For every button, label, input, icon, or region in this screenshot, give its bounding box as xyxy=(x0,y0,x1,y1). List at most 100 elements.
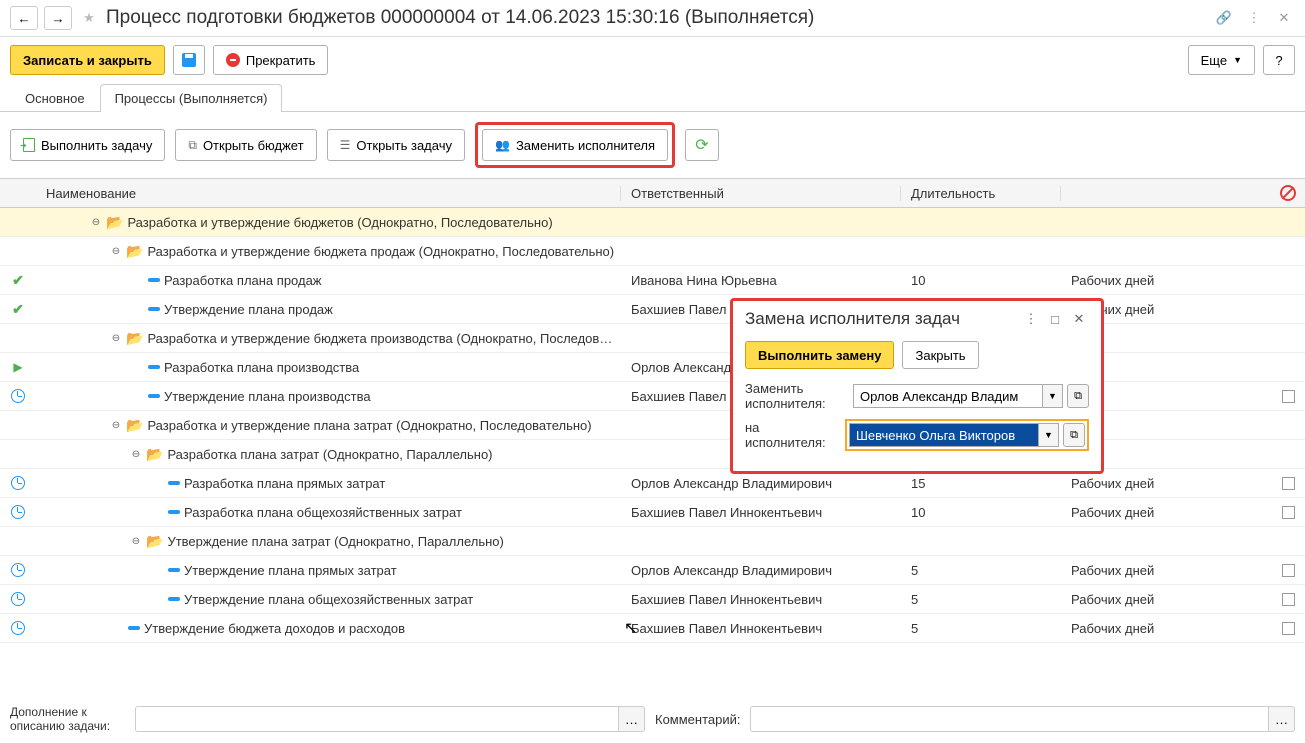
clock-icon xyxy=(11,476,25,490)
nav-back-button[interactable]: ← xyxy=(10,6,38,30)
expander-icon[interactable]: ⊖ xyxy=(110,245,122,257)
doc-icon: ☰ xyxy=(340,138,351,152)
open-task-button[interactable]: ☰Открыть задачу xyxy=(327,129,465,161)
addendum-input[interactable] xyxy=(135,706,619,732)
row-name-text: Разработка и утверждение бюджета произво… xyxy=(147,331,612,346)
dialog-highlight: Замена исполнителя задач ⋮ □ ✕ Выполнить… xyxy=(730,298,1104,474)
dialog-maximize-icon[interactable]: □ xyxy=(1045,309,1065,329)
row-status xyxy=(0,563,36,577)
table-row[interactable]: Утверждение плана производстваБахшиев Па… xyxy=(0,382,1305,411)
expander-icon[interactable]: ⊖ xyxy=(130,448,142,460)
table-row[interactable]: Утверждение плана прямых затрат Орлов Але… xyxy=(0,556,1305,585)
col-name-header[interactable]: Наименование xyxy=(36,186,621,201)
leaf-icon xyxy=(168,568,180,572)
table-row[interactable]: ✔ Разработка плана продажИванова Нина Юр… xyxy=(0,266,1305,295)
row-name-text: Разработка и утверждение бюджета продаж … xyxy=(147,244,614,259)
table-row[interactable]: ▶ Разработка плана производстваОрлов Але… xyxy=(0,353,1305,382)
stop-button[interactable]: Прекратить xyxy=(213,45,329,75)
task-do-icon xyxy=(23,138,35,152)
checkbox[interactable] xyxy=(1282,622,1295,635)
leaf-icon xyxy=(168,481,180,485)
comment-dots-button[interactable]: … xyxy=(1269,706,1295,732)
table-row[interactable]: Утверждение бюджета доходов и расходовБа… xyxy=(0,614,1305,643)
dialog-close-icon[interactable]: ✕ xyxy=(1069,309,1089,329)
checkbox[interactable] xyxy=(1282,564,1295,577)
replace-to-label: на исполнителя: xyxy=(745,420,839,450)
table-row[interactable]: ⊖📂 Разработка и утверждение плана затрат… xyxy=(0,411,1305,440)
row-responsible: Бахшиев Павел Иннокентьевич xyxy=(621,621,901,636)
dialog-menu-icon[interactable]: ⋮ xyxy=(1021,309,1041,329)
row-status: ✔ xyxy=(0,272,36,289)
do-task-button[interactable]: Выполнить задачу xyxy=(10,129,165,161)
more-button[interactable]: Еще ▼ xyxy=(1188,45,1255,75)
col-duration-header[interactable]: Длительность xyxy=(901,186,1061,201)
tab-processes[interactable]: Процессы (Выполняется) xyxy=(100,84,283,112)
row-responsible: Орлов Александр Владимирович xyxy=(621,563,901,578)
addendum-label: Дополнение к описанию задачи: xyxy=(10,705,125,733)
close-icon[interactable]: ✕ xyxy=(1273,7,1295,29)
table-row[interactable]: Утверждение плана общехозяйственных затр… xyxy=(0,585,1305,614)
leaf-icon xyxy=(148,307,160,311)
clock-icon xyxy=(11,563,25,577)
row-checkbox-cell xyxy=(1271,506,1305,519)
clock-icon xyxy=(11,592,25,606)
row-name-cell: ⊖ 📂 Разработка и утверждение бюджета прод… xyxy=(36,243,621,260)
row-name-text: Разработка плана затрат (Однократно, Пар… xyxy=(167,447,492,462)
table-row[interactable]: ⊖📂 Утверждение плана затрат (Однократно,… xyxy=(0,527,1305,556)
help-button[interactable]: ? xyxy=(1263,45,1295,75)
leaf-icon xyxy=(148,394,160,398)
comment-input[interactable] xyxy=(750,706,1269,732)
save-close-button[interactable]: Записать и закрыть xyxy=(10,45,165,75)
table-row[interactable]: Разработка плана общехозяйственных затра… xyxy=(0,498,1305,527)
tab-main[interactable]: Основное xyxy=(10,84,100,112)
checkbox[interactable] xyxy=(1282,506,1295,519)
checkbox[interactable] xyxy=(1282,593,1295,606)
row-responsible: Бахшиев Павел Иннокентьевич xyxy=(621,592,901,607)
favorite-star-icon[interactable]: ★ xyxy=(78,7,100,29)
dialog-close-button[interactable]: Закрыть xyxy=(902,341,978,369)
addendum-dots-button[interactable]: … xyxy=(619,706,645,732)
save-button[interactable] xyxy=(173,45,205,75)
table-row[interactable]: ⊖📂 Разработка и утверждение бюджетов (Од… xyxy=(0,208,1305,237)
menu-dots-icon[interactable]: ⋮ xyxy=(1243,7,1265,29)
open-budget-label: Открыть бюджет xyxy=(203,138,304,153)
table-row[interactable]: ⊖ 📂 Разработка и утверждение бюджета прод… xyxy=(0,237,1305,266)
checkbox[interactable] xyxy=(1282,477,1295,490)
stop-icon xyxy=(226,53,240,67)
expander-icon[interactable]: ⊖ xyxy=(90,216,102,228)
leaf-icon xyxy=(128,626,140,630)
link-icon[interactable]: 🔗 xyxy=(1213,7,1235,29)
table-row[interactable]: ✔ Утверждение плана продажБахшиев Павел … xyxy=(0,295,1305,324)
open-budget-button[interactable]: ⧉Открыть бюджет xyxy=(175,129,316,161)
expander-icon[interactable]: ⊖ xyxy=(110,332,122,344)
leaf-icon xyxy=(168,510,180,514)
checkbox[interactable] xyxy=(1282,390,1295,403)
col-responsible-header[interactable]: Ответственный xyxy=(621,186,901,201)
table-row[interactable]: Разработка плана прямых затратОрлов Алек… xyxy=(0,469,1305,498)
expander-icon[interactable]: ⊖ xyxy=(130,535,142,547)
row-name-text: Утверждение плана прямых затрат xyxy=(184,563,397,578)
nav-forward-button[interactable]: → xyxy=(44,6,72,30)
replace-from-open[interactable]: ⧉ xyxy=(1067,384,1089,408)
replace-to-input[interactable] xyxy=(849,423,1039,447)
do-replace-button[interactable]: Выполнить замену xyxy=(745,341,894,369)
expander-icon[interactable]: ⊖ xyxy=(110,419,122,431)
replace-to-open[interactable]: ⧉ xyxy=(1063,423,1085,447)
leaf-icon xyxy=(148,278,160,282)
table-row[interactable]: ⊖📂 Разработка плана затрат (Однократно, … xyxy=(0,440,1305,469)
row-unit: Рабочих дней xyxy=(1061,563,1271,578)
row-name-cell: Разработка плана прямых затрат xyxy=(36,476,621,491)
row-name-cell: Утверждение плана производства xyxy=(36,389,621,404)
replace-from-input[interactable] xyxy=(853,384,1043,408)
replace-to-dropdown[interactable]: ▼ xyxy=(1039,423,1059,447)
table-row[interactable]: ⊖📂 Разработка и утверждение бюджета прои… xyxy=(0,324,1305,353)
replace-from-dropdown[interactable]: ▼ xyxy=(1043,384,1063,408)
refresh-button[interactable]: ⟳ xyxy=(685,129,719,161)
do-task-label: Выполнить задачу xyxy=(41,138,152,153)
folder-icon: 📂 xyxy=(126,243,143,260)
replace-from-label: Заменить исполнителя: xyxy=(745,381,847,411)
replace-performer-button[interactable]: 👥Заменить исполнителя xyxy=(482,129,668,161)
row-name-text: Утверждение плана затрат (Однократно, Па… xyxy=(167,534,503,549)
highlight-replace-performer: 👥Заменить исполнителя xyxy=(475,122,675,168)
row-name-text: Утверждение плана общехозяйственных затр… xyxy=(184,592,473,607)
